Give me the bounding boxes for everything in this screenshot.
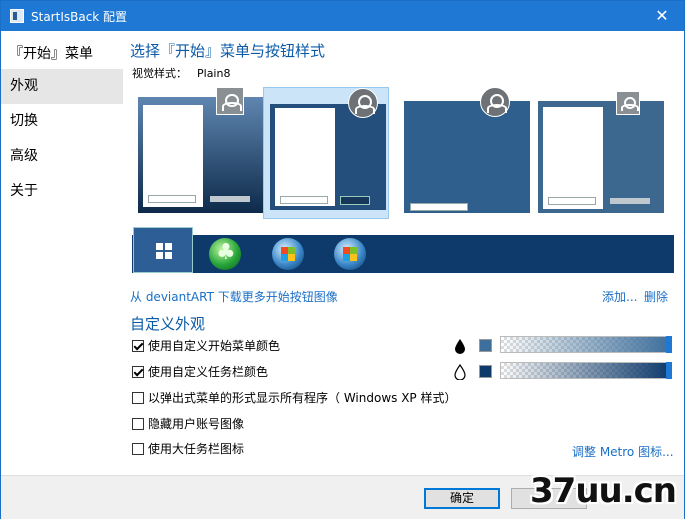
download-more-link[interactable]: 从 deviantART 下载更多开始按钮图像 <box>130 288 338 305</box>
slider-thumb[interactable] <box>666 362 672 379</box>
user-avatar-icon <box>616 91 640 115</box>
option-label: 使用自定义开始菜单颜色 <box>148 339 281 353</box>
option-large-taskbar-icons[interactable]: 使用大任务栏图标 <box>132 442 244 458</box>
taskbar-transparency-slider[interactable] <box>500 362 672 379</box>
sidebar-item-about[interactable]: 关于 <box>1 174 123 209</box>
option-label: 以弹出式菜单的形式显示所有程序（ Windows XP 样式） <box>148 391 457 405</box>
style-preview-panel <box>404 101 530 213</box>
sidebar-header: 『开始』菜单 <box>9 46 93 62</box>
visual-style-value: Plain8 <box>197 67 231 80</box>
add-link[interactable]: 添加... <box>602 288 637 305</box>
option-label: 隐藏用户账号图像 <box>148 417 245 431</box>
style-preview-list <box>543 107 603 209</box>
style-thumbnail-4[interactable] <box>538 87 664 219</box>
checkbox[interactable] <box>132 418 144 430</box>
section-title-style: 选择『开始』菜单与按钮样式 <box>130 42 326 60</box>
option-hide-user-picture[interactable]: 隐藏用户账号图像 <box>132 417 244 433</box>
sidebar-item-advanced[interactable]: 高级 <box>1 139 123 174</box>
sidebar: 『开始』菜单 外观 切换 高级 关于 <box>1 31 123 475</box>
style-preview-search <box>280 196 328 204</box>
checkbox[interactable] <box>132 366 144 378</box>
startisback-config-window: StartIsBack 配置 ✕ 『开始』菜单 外观 切换 高级 关于 选择『开… <box>0 0 685 519</box>
windows7-orb-icon <box>334 238 366 270</box>
menu-transparency-slider[interactable] <box>500 336 672 353</box>
orb-clover[interactable] <box>208 238 242 270</box>
style-preview-list <box>275 108 335 206</box>
user-avatar-icon <box>348 88 378 118</box>
style-preview-bar <box>340 196 370 205</box>
visual-style-label: 视觉样式： <box>132 67 187 80</box>
clover-orb-icon <box>209 238 241 270</box>
section-title-custom: 自定义外观 <box>130 315 206 333</box>
option-custom-taskbar-color[interactable]: 使用自定义任务栏颜色 <box>132 365 268 381</box>
delete-link[interactable]: 删除 <box>644 288 668 305</box>
window-title: StartIsBack 配置 <box>31 10 128 24</box>
sidebar-item-switching[interactable]: 切换 <box>1 104 123 139</box>
option-label: 使用大任务栏图标 <box>148 442 245 456</box>
visual-style-row: 视觉样式： Plain8 <box>132 65 230 81</box>
sidebar-item-appearance[interactable]: 外观 <box>1 69 123 104</box>
style-preview-search <box>410 203 468 211</box>
style-preview-bar <box>610 198 650 204</box>
style-preview-search <box>548 197 596 205</box>
orb-windows-flat[interactable] <box>133 227 193 273</box>
option-custom-menu-color[interactable]: 使用自定义开始菜单颜色 <box>132 339 280 355</box>
ok-button[interactable]: 确定 <box>424 488 500 509</box>
start-orb-selector <box>132 227 674 273</box>
orb-windows7-alt[interactable] <box>333 238 367 270</box>
main-content: 选择『开始』菜单与按钮样式 视觉样式： Plain8 ♣ 从 deviantAR… <box>123 31 684 475</box>
style-thumbnail-3[interactable] <box>404 87 530 219</box>
slider-thumb[interactable] <box>666 336 672 353</box>
windows-logo-icon <box>156 243 172 259</box>
style-preview-search <box>148 195 196 203</box>
site-watermark: 37uu.cn <box>530 471 677 511</box>
app-icon <box>10 9 24 23</box>
menu-color-swatch[interactable] <box>479 339 492 352</box>
slider-fill <box>501 337 670 352</box>
windows7-orb-icon <box>272 238 304 270</box>
checkbox[interactable] <box>132 443 144 455</box>
user-avatar-icon <box>480 87 510 117</box>
slider-fill <box>501 363 670 378</box>
style-preview-list <box>143 105 203 207</box>
adjust-metro-icons-link[interactable]: 调整 Metro 图标... <box>572 443 674 460</box>
checkbox[interactable] <box>132 340 144 352</box>
style-thumbnail-1[interactable] <box>138 87 264 219</box>
checkbox[interactable] <box>132 392 144 404</box>
orb-windows7[interactable] <box>271 238 305 270</box>
user-avatar-icon <box>216 87 244 115</box>
style-preview-bar <box>210 196 250 202</box>
style-thumbnail-2[interactable] <box>263 87 389 219</box>
option-popup-all-programs[interactable]: 以弹出式菜单的形式显示所有程序（ Windows XP 样式） <box>132 391 456 407</box>
opacity-drop-icon <box>454 338 466 354</box>
taskbar-color-swatch[interactable] <box>479 365 492 378</box>
option-label: 使用自定义任务栏颜色 <box>148 365 269 379</box>
opacity-drop-outline-icon <box>454 363 466 381</box>
close-icon[interactable]: ✕ <box>640 1 684 31</box>
title-bar[interactable]: StartIsBack 配置 ✕ <box>1 1 684 31</box>
